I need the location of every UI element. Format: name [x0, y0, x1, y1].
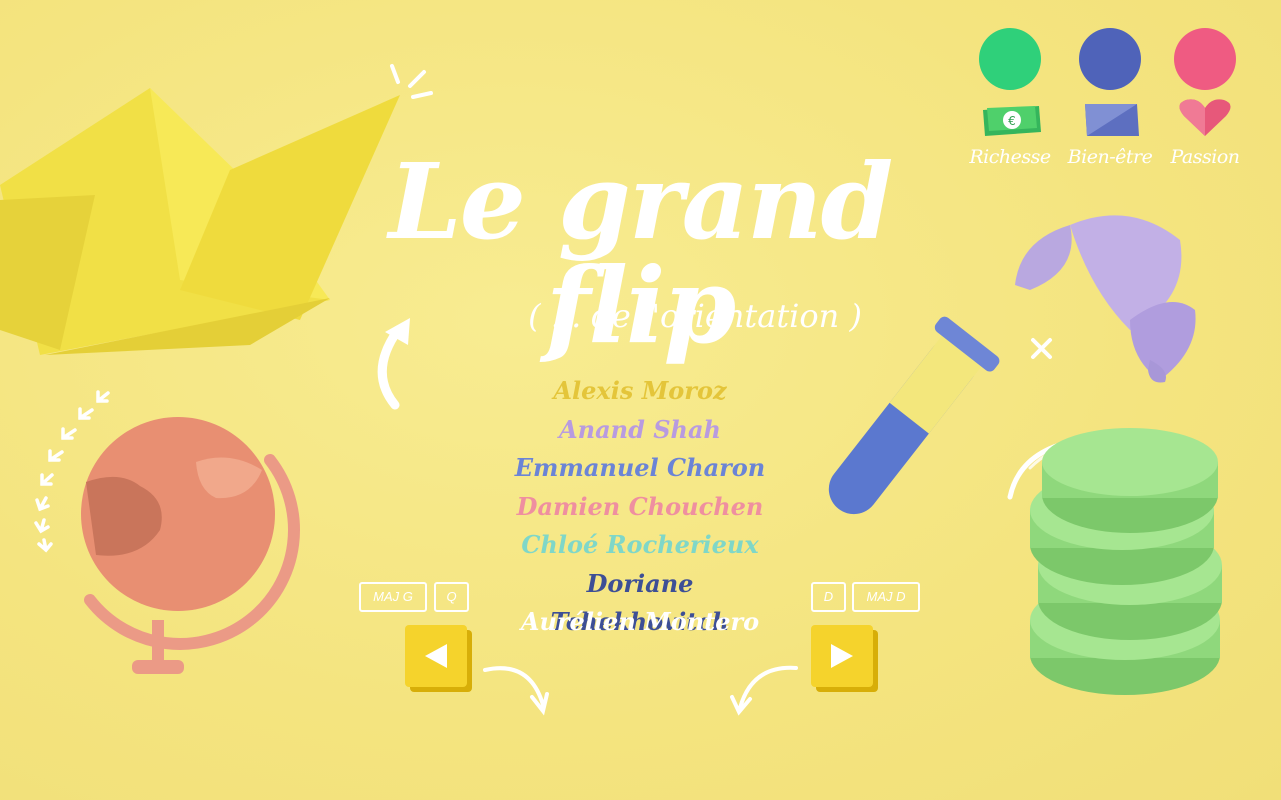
left-arrow-button[interactable] — [405, 625, 467, 687]
x-mark — [1031, 338, 1052, 359]
credit-name: Anand Shah — [559, 414, 721, 444]
credit-name: Doriane Tchekhovitch — [550, 568, 730, 637]
stat-orb — [1174, 28, 1236, 136]
credit-name: Chloé Rocherieux — [521, 530, 759, 559]
svg-text:€: € — [1008, 114, 1016, 128]
credit-name: Alexis Moroz — [553, 376, 727, 405]
pillow-icon — [1085, 104, 1139, 136]
globe-icon — [81, 417, 300, 674]
triangle-left-icon — [425, 644, 447, 668]
heart-icon — [1179, 99, 1231, 136]
credits-list: Alexis Moroz Anand Shah Emmanuel Charon … — [500, 372, 780, 642]
credit-name: Damien Chouchen — [516, 491, 764, 521]
key-hint-d: D — [811, 582, 846, 612]
key-hint-q: Q — [434, 582, 469, 612]
stat-orb — [1079, 28, 1141, 136]
euro-banknote-icon: € — [983, 106, 1041, 136]
stat-bien-etre: Bien-être — [1065, 28, 1155, 178]
key-hint-maj-d: MAJ D — [852, 582, 920, 612]
stat-label: Bien-être — [1067, 146, 1153, 168]
coin-stack-icon — [1007, 428, 1222, 695]
stat-orb: € — [979, 28, 1041, 136]
triangle-right-icon — [831, 644, 853, 668]
stat-label: Passion — [1170, 146, 1240, 168]
down-arrow-right — [730, 665, 798, 716]
stat-passion: Passion — [1160, 28, 1250, 178]
sparkle-lines — [390, 64, 433, 99]
key-hint-maj-g: MAJ G — [359, 582, 427, 612]
right-arrow-button[interactable] — [811, 625, 873, 687]
orb-richesse — [979, 28, 1041, 90]
credit-name: Emmanuel Charon — [514, 453, 766, 482]
croissant-icon — [1015, 215, 1196, 383]
credit-name: Aurélien Montero — [520, 607, 760, 636]
down-arrow-left — [483, 666, 549, 716]
game-subtitle: ( ... de l'orientation ) — [528, 297, 862, 335]
